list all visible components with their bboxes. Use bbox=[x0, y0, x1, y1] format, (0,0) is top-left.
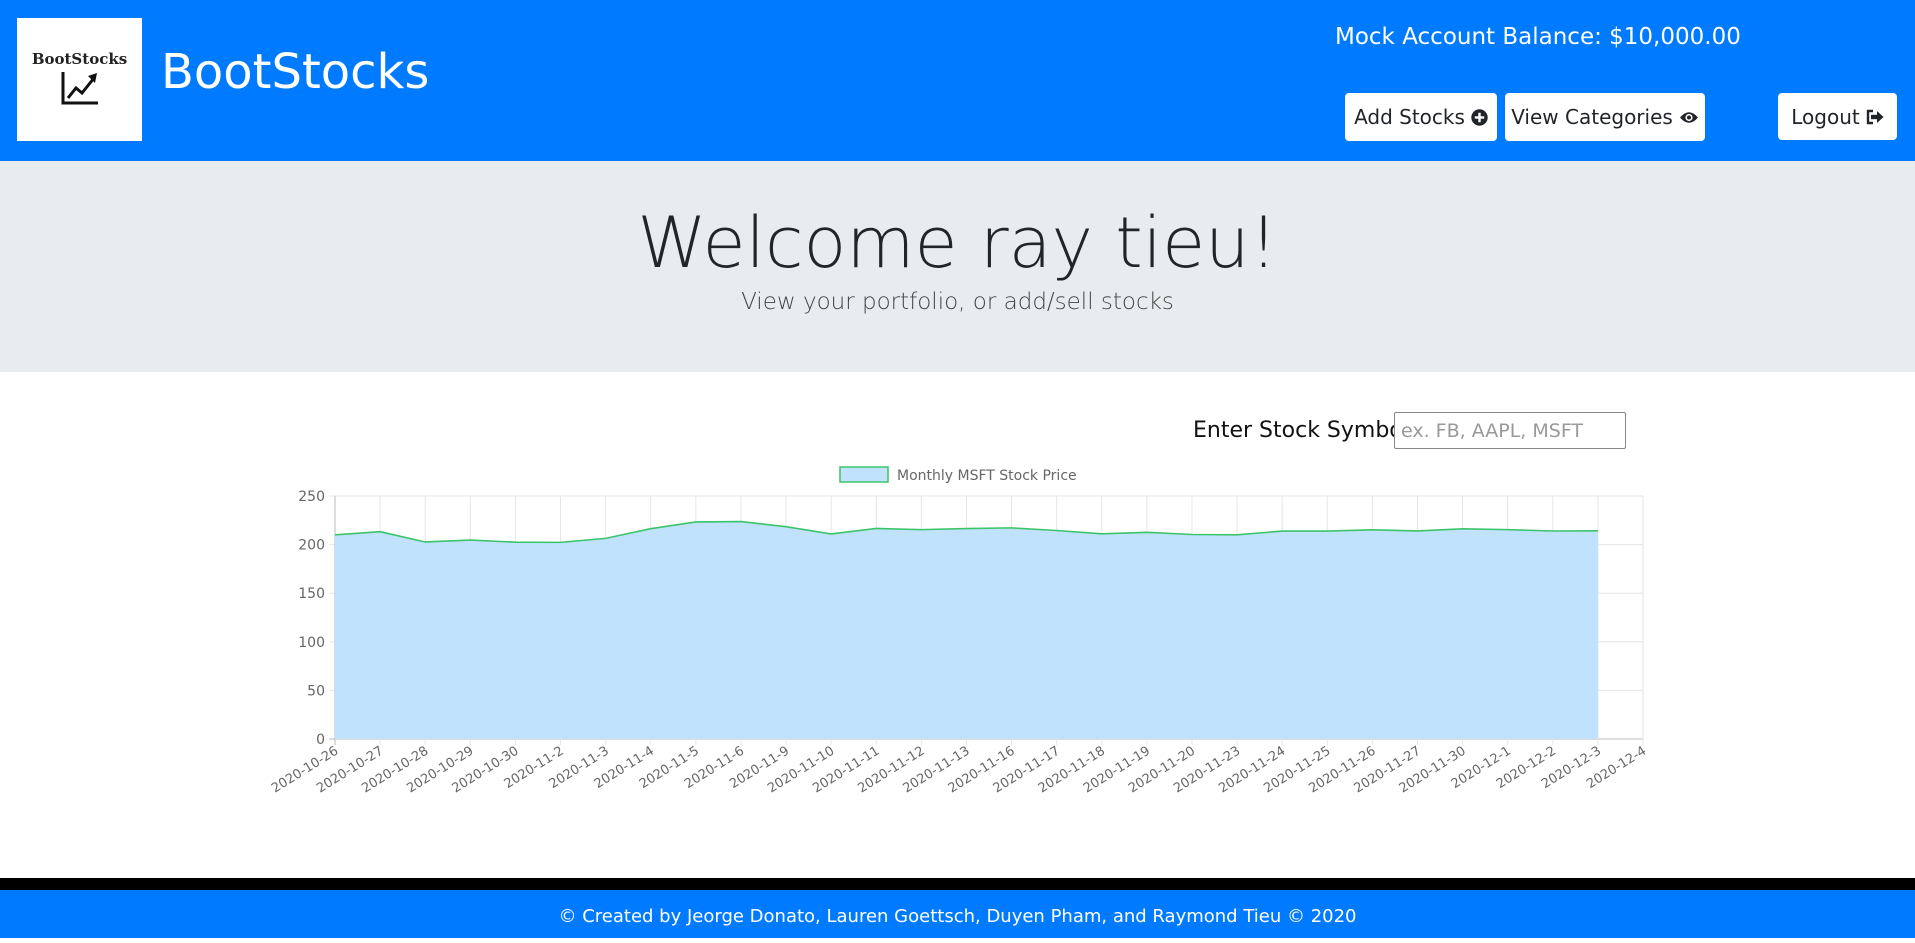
plus-circle-icon bbox=[1471, 109, 1488, 126]
logo[interactable]: BootStocks bbox=[17, 18, 142, 141]
logo-text: BootStocks bbox=[17, 50, 142, 68]
y-tick-label: 200 bbox=[298, 538, 325, 554]
welcome-subtitle: View your portfolio, or add/sell stocks bbox=[0, 289, 1915, 315]
logout-label: Logout bbox=[1791, 105, 1859, 129]
view-categories-label: View Categories bbox=[1511, 105, 1673, 129]
footer-credits: © Created by Jeorge Donato, Lauren Goett… bbox=[558, 906, 1356, 927]
account-balance: Mock Account Balance: $10,000.00 bbox=[1335, 24, 1741, 50]
legend-swatch bbox=[840, 467, 888, 482]
navbar: BootStocks BootStocks Mock Account Balan… bbox=[0, 0, 1915, 161]
add-stocks-button[interactable]: Add Stocks bbox=[1345, 93, 1497, 141]
chart-trend-icon bbox=[61, 70, 101, 106]
view-categories-button[interactable]: View Categories bbox=[1505, 93, 1705, 141]
footer-divider bbox=[0, 878, 1915, 890]
y-tick-label: 0 bbox=[316, 732, 325, 748]
stock-symbol-input[interactable] bbox=[1394, 412, 1626, 449]
welcome-heading: Welcome ray tieu! bbox=[0, 201, 1915, 285]
stock-symbol-label: Enter Stock Symbol: bbox=[1193, 418, 1416, 443]
logout-button[interactable]: Logout bbox=[1778, 93, 1897, 140]
stock-price-chart: 0501001502002502020-10-262020-10-272020-… bbox=[260, 455, 1670, 810]
legend-label: Monthly MSFT Stock Price bbox=[897, 468, 1077, 484]
footer: © Created by Jeorge Donato, Lauren Goett… bbox=[0, 890, 1915, 938]
y-tick-label: 50 bbox=[307, 683, 325, 699]
sign-out-icon bbox=[1866, 109, 1884, 125]
series-area bbox=[335, 522, 1598, 739]
add-stocks-label: Add Stocks bbox=[1354, 105, 1465, 129]
y-tick-label: 100 bbox=[298, 635, 325, 651]
brand-title[interactable]: BootStocks bbox=[161, 48, 429, 96]
welcome-jumbotron: Welcome ray tieu! View your portfolio, o… bbox=[0, 161, 1915, 372]
y-tick-label: 250 bbox=[298, 489, 325, 505]
y-tick-label: 150 bbox=[298, 586, 325, 602]
eye-icon bbox=[1679, 110, 1699, 125]
